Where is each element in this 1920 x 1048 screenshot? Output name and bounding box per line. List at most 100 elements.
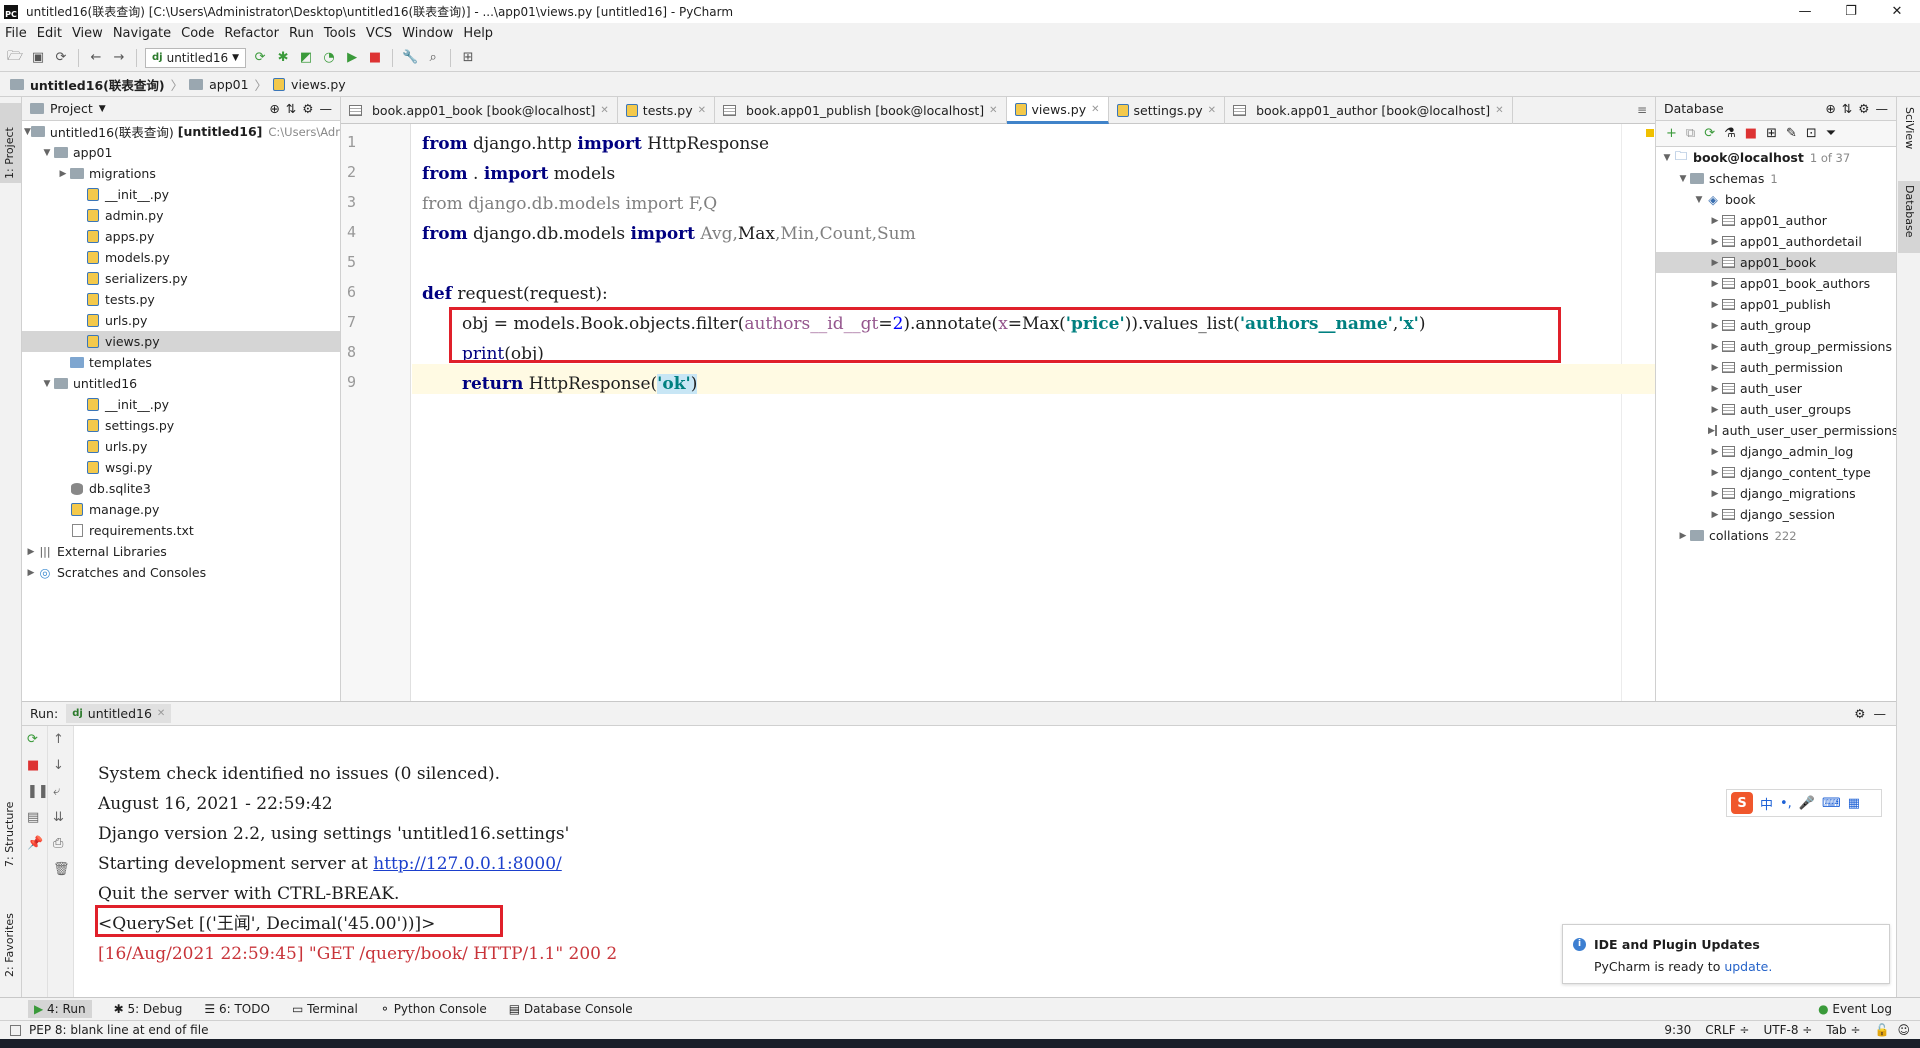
profile-icon[interactable]: ◔ <box>320 49 338 67</box>
open-folder-icon[interactable]: 🗁 <box>6 49 24 67</box>
debug-icon[interactable]: ✱ <box>274 49 292 67</box>
table-view-icon[interactable]: ⊞ <box>1766 126 1777 141</box>
tree-item-file[interactable]: __init__.py <box>22 394 340 415</box>
breadcrumb-file[interactable]: views.py <box>291 77 346 92</box>
back-icon[interactable]: ← <box>87 49 105 67</box>
tree-item-file[interactable]: apps.py <box>22 226 340 247</box>
db-table[interactable]: ▶ django_admin_log <box>1656 441 1896 462</box>
close-tab-icon[interactable]: ✕ <box>1208 105 1216 116</box>
tree-item-file[interactable]: serializers.py <box>22 268 340 289</box>
tree-item-file[interactable]: urls.py <box>22 310 340 331</box>
ime-logo-icon[interactable]: S <box>1731 792 1753 814</box>
hide-icon[interactable]: — <box>1876 101 1889 116</box>
concurrency-icon[interactable]: ▶ <box>343 49 361 67</box>
structure-tool-button[interactable]: 7: Structure <box>3 802 16 867</box>
caret-position[interactable]: 9:30 <box>1664 1023 1691 1037</box>
db-collations[interactable]: ▶ collations 222 <box>1656 525 1896 546</box>
tree-item-views-selected[interactable]: views.py <box>22 331 340 352</box>
menu-edit[interactable]: Edit <box>32 26 67 41</box>
project-tool-button[interactable]: 1: Project <box>3 127 16 179</box>
tree-item-file[interactable]: models.py <box>22 247 340 268</box>
menu-run[interactable]: Run <box>284 26 319 41</box>
lock-icon[interactable]: 🔓 <box>1875 1023 1890 1037</box>
breadcrumb-project[interactable]: untitled16(联表查询) <box>30 75 165 94</box>
update-link[interactable]: update. <box>1724 959 1772 974</box>
tab-tests[interactable]: tests.py ✕ <box>618 97 716 124</box>
menu-refactor[interactable]: Refactor <box>219 26 284 41</box>
tree-item-scratches[interactable]: ▶ ◎ Scratches and Consoles <box>22 562 340 583</box>
menu-help[interactable]: Help <box>458 26 498 41</box>
layout-icon[interactable]: ▤ <box>27 810 39 825</box>
tool-todo[interactable]: ☰ 6: TODO <box>204 1002 270 1016</box>
pin-icon[interactable]: 📌 <box>27 836 43 851</box>
search-icon[interactable]: ⌕ <box>424 49 442 67</box>
close-tab-icon[interactable]: ✕ <box>600 105 608 116</box>
tool-terminal[interactable]: ▭ Terminal <box>292 1002 358 1016</box>
code-editor[interactable]: from django.http import HttpResponse fro… <box>412 124 1655 701</box>
schema-icon[interactable]: ⚗ <box>1724 126 1736 141</box>
rerun-icon[interactable]: ⟳ <box>251 49 269 67</box>
tab-settings[interactable]: settings.py ✕ <box>1109 97 1226 124</box>
db-table[interactable]: ▶ auth_group <box>1656 315 1896 336</box>
db-table[interactable]: ▶ auth_permission <box>1656 357 1896 378</box>
console-icon[interactable]: ⊡ <box>1806 126 1817 141</box>
edit-icon[interactable]: ✎ <box>1786 126 1797 141</box>
rerun-icon[interactable]: ⟳ <box>27 732 38 747</box>
tree-item-file[interactable]: settings.py <box>22 415 340 436</box>
menu-navigate[interactable]: Navigate <box>108 26 176 41</box>
menu-vcs[interactable]: VCS <box>361 26 397 41</box>
tree-item-file[interactable]: tests.py <box>22 289 340 310</box>
db-table[interactable]: ▶ django_session <box>1656 504 1896 525</box>
ime-mode[interactable]: 中 <box>1760 794 1773 813</box>
collapse-icon[interactable]: ⇅ <box>1842 101 1852 116</box>
tree-item-file[interactable]: urls.py <box>22 436 340 457</box>
db-schema-book[interactable]: ▼ ◈ book <box>1656 189 1896 210</box>
coverage-icon[interactable]: ◩ <box>297 49 315 67</box>
db-table[interactable]: ▶ auth_user <box>1656 378 1896 399</box>
tab-list-icon[interactable]: ≡ <box>1629 97 1655 123</box>
menu-code[interactable]: Code <box>176 26 219 41</box>
up-icon[interactable]: ↑ <box>53 732 64 747</box>
menu-tools[interactable]: Tools <box>319 26 361 41</box>
close-tab-icon[interactable]: ✕ <box>1495 105 1503 116</box>
db-table[interactable]: ▶ django_migrations <box>1656 483 1896 504</box>
close-tab-icon[interactable]: ✕ <box>698 105 706 116</box>
tool-database-console[interactable]: ▤ Database Console <box>509 1002 633 1016</box>
database-console-icon[interactable]: ⊞ <box>459 49 477 67</box>
tree-item-file[interactable]: __init__.py <box>22 184 340 205</box>
tab-app01-publish[interactable]: book.app01_publish [book@localhost] ✕ <box>715 97 1007 124</box>
gear-icon[interactable]: ⚙ <box>1858 101 1869 116</box>
db-table[interactable]: ▶ app01_publish <box>1656 294 1896 315</box>
copy-icon[interactable]: ⧉ <box>1686 126 1695 141</box>
trash-icon[interactable]: 🗑 <box>53 862 70 877</box>
close-tab-icon[interactable]: ✕ <box>1091 104 1099 115</box>
tab-app01-author[interactable]: book.app01_author [book@localhost] ✕ <box>1225 97 1513 124</box>
keyboard-icon[interactable]: ⌨ <box>1822 796 1841 811</box>
db-table[interactable]: ▶ auth_group_permissions <box>1656 336 1896 357</box>
close-button[interactable]: ✕ <box>1874 0 1920 23</box>
update-notification[interactable]: i IDE and Plugin Updates PyCharm is read… <box>1562 924 1890 984</box>
soft-wrap-icon[interactable]: ⤶ <box>53 784 60 799</box>
down-icon[interactable]: ↓ <box>53 758 64 773</box>
refresh-icon[interactable]: ⟳ <box>1704 126 1715 141</box>
tree-item-templates[interactable]: templates <box>22 352 340 373</box>
breadcrumb-folder[interactable]: app01 <box>209 77 248 92</box>
tree-root[interactable]: ▼ untitled16(联表查询) [untitled16] C:\Users\A… <box>22 121 340 142</box>
maximize-button[interactable]: ❐ <box>1828 0 1874 23</box>
gear-icon[interactable]: ⚙ <box>1854 706 1865 721</box>
tree-item-file[interactable]: wsgi.py <box>22 457 340 478</box>
db-connection[interactable]: ▼ 🗀 book@localhost 1 of 37 <box>1656 147 1896 168</box>
database-tool-button[interactable]: Database <box>1903 185 1916 238</box>
db-table-selected[interactable]: ▶ app01_book <box>1656 252 1896 273</box>
locate-icon[interactable]: ⊕ <box>269 101 279 116</box>
file-encoding[interactable]: UTF-8 ÷ <box>1763 1023 1812 1037</box>
run-config-tab[interactable]: dj untitled16 ✕ <box>66 704 172 723</box>
pause-icon[interactable]: ❚❚ <box>27 784 49 799</box>
hide-icon[interactable]: — <box>1874 706 1887 721</box>
stop-icon[interactable]: ■ <box>27 758 39 773</box>
tree-item-external-libraries[interactable]: ▶ ||| External Libraries <box>22 541 340 562</box>
tool-run[interactable]: ▶ 4: Run <box>28 1000 92 1018</box>
project-view-select[interactable]: Project <box>50 101 93 116</box>
tree-item-untitled16[interactable]: ▼ untitled16 <box>22 373 340 394</box>
tree-item-app01[interactable]: ▼ app01 <box>22 142 340 163</box>
